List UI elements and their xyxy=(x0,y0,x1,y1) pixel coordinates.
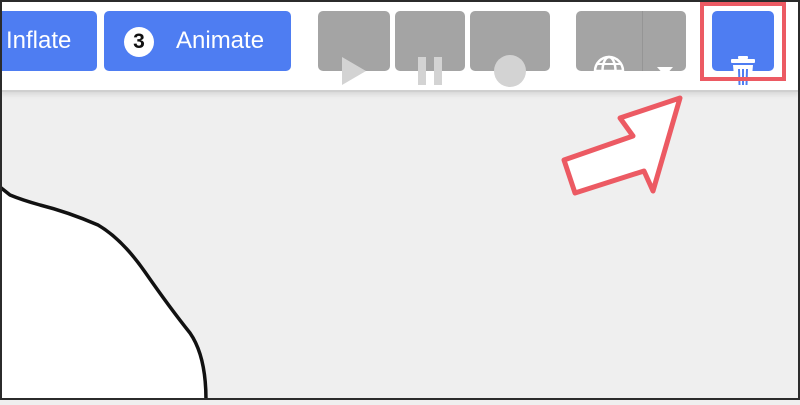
pause-button[interactable] xyxy=(395,11,465,85)
play-button[interactable] xyxy=(318,11,390,85)
language-button[interactable] xyxy=(576,11,642,87)
drawn-figure xyxy=(0,187,206,400)
animate-button[interactable]: 3 Animate xyxy=(104,11,291,71)
play-icon xyxy=(342,57,366,85)
animate-label: Animate xyxy=(176,27,265,54)
language-dropdown-button[interactable] xyxy=(642,11,686,76)
delete-highlight-box xyxy=(700,2,786,81)
inflate-label: Inflate xyxy=(6,27,72,54)
record-button[interactable] xyxy=(470,11,550,87)
pointer-arrow-annotation xyxy=(561,95,683,196)
toolbar: Inflate 3 Animate xyxy=(0,0,800,92)
pause-icon xyxy=(418,57,442,85)
step-number-badge: 3 xyxy=(124,27,154,57)
inflate-button[interactable]: Inflate xyxy=(0,11,97,71)
record-icon xyxy=(494,55,526,87)
